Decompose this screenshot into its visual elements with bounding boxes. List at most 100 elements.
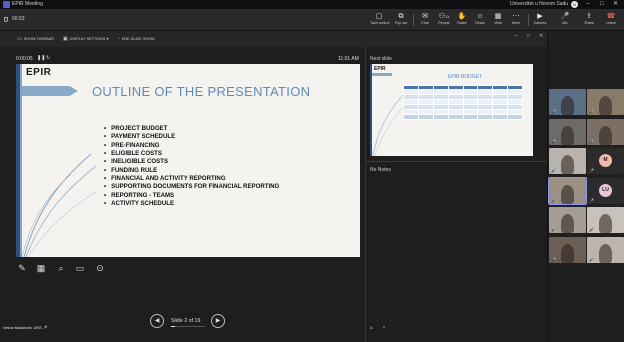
notes-divider (366, 161, 547, 162)
list-item: FINANCIAL AND ACTIVITY REPORTING (104, 175, 279, 183)
pop-out-icon: ⧉ (398, 13, 404, 20)
previous-slide-button[interactable]: ◀ (150, 314, 164, 328)
slide-grid-icon[interactable]: ▦ (34, 262, 48, 274)
participant-video (599, 243, 612, 263)
elapsed-timer: 0:00:05 (16, 56, 33, 62)
participant-tile[interactable]: 🎤 (549, 236, 586, 263)
more-icon: ⋯ (512, 13, 520, 20)
window-titlebar: EPIR Meeting Univerzitet u Novom Sadu N … (0, 0, 624, 9)
mic-muted-icon: 🎤 (551, 138, 556, 144)
end-show-icon: ▫ (118, 36, 120, 42)
decrease-font-button[interactable]: A (383, 325, 385, 329)
list-item: PRE-FINANCING (104, 142, 279, 150)
screen-icon[interactable]: ▭ (73, 262, 87, 274)
list-item: ACTIVITY SCHEDULE (104, 200, 279, 208)
budget-table-thumbnail (403, 85, 523, 120)
chevron-left-icon: ◀ (154, 318, 160, 324)
participant-video (561, 125, 574, 145)
chevron-right-icon: ▶ (215, 318, 221, 324)
decorative-curves (372, 94, 404, 156)
participant-tile[interactable]: 🎤 (587, 118, 624, 145)
people-button[interactable]: ⚇11 People (435, 12, 453, 29)
pop-out-button[interactable]: ⧉ Pop out (392, 12, 410, 29)
list-item: SUPPORTING DOCUMENTS FOR FINANCIAL REPOR… (104, 183, 279, 191)
raise-hand-button[interactable]: ✋ Raise (453, 12, 471, 29)
restart-timer-icon[interactable]: ↻ (46, 55, 50, 61)
toolbar-divider (413, 14, 414, 26)
next-slide-button[interactable]: ▶ (211, 314, 225, 328)
participant-tile[interactable]: 🎤 (587, 89, 624, 115)
user-avatar[interactable]: N (571, 1, 578, 8)
current-slide: EPIR OUTLINE OF THE PRESENTATION PROJECT… (16, 64, 360, 257)
participant-tile[interactable]: 🎤 (549, 207, 586, 233)
maximize-button[interactable]: □ (600, 0, 604, 9)
presenter-restore-button[interactable]: □ (527, 33, 530, 39)
take-control-button[interactable]: ▢ Take control (370, 12, 389, 29)
speaker-notes: No Notes (370, 167, 391, 173)
camera-icon: ▶ (537, 13, 543, 20)
close-window-button[interactable]: ✕ (613, 0, 618, 9)
participant-tile[interactable]: 🎤 (548, 176, 587, 205)
mic-muted-icon: 🎤 (589, 256, 594, 262)
mic-muted-icon: 🎤 (551, 197, 556, 203)
participant-video (561, 243, 574, 263)
end-slide-show-button[interactable]: ▫ END SLIDE SHOW (118, 36, 155, 42)
shield-icon (4, 17, 8, 22)
participant-tile[interactable]: M 🎤 (587, 148, 624, 174)
view-button[interactable]: ▦ View (489, 12, 507, 29)
minimize-button[interactable]: – (586, 0, 589, 9)
participant-tile[interactable]: 🎤 (549, 118, 586, 145)
participant-tile[interactable]: 🎤 (587, 236, 624, 263)
presenter-close-button[interactable]: ✕ (539, 33, 543, 39)
participant-video (599, 125, 612, 145)
people-count: 11 (445, 14, 450, 19)
more-options-icon[interactable]: ⊙ (93, 262, 107, 274)
teams-logo-icon (3, 1, 10, 8)
display-settings-button[interactable]: ▣ DISPLAY SETTINGS ▾ (63, 36, 108, 42)
mic-muted-icon: 🎤 (589, 227, 594, 232)
participant-tile[interactable]: LU 🎤 (587, 177, 624, 204)
presenter-minimize-button[interactable]: – (515, 33, 518, 39)
participant-tile[interactable]: 🎤 (549, 148, 586, 174)
mic-muted-icon: 🎤 (551, 109, 556, 114)
mic-muted-icon: 🎤 (42, 326, 48, 330)
slide-brand: EPIR (26, 67, 52, 78)
take-control-icon: ▢ (375, 13, 383, 20)
list-item: PAYMENT SCHEDULE (104, 133, 279, 141)
zoom-icon[interactable]: ⌕ (54, 262, 68, 274)
pen-tool-icon[interactable]: ✎ (15, 262, 29, 274)
mic-button[interactable]: 🎤 Mic (556, 12, 574, 29)
camera-button[interactable]: ▶ Camera (531, 12, 549, 29)
meeting-timer: 00:53 (12, 16, 25, 22)
slide-bullet-list: PROJECT BUDGET PAYMENT SCHEDULE PRE-FINA… (104, 125, 279, 208)
react-icon: ☺ (476, 13, 484, 20)
current-time: 11:01 AM (338, 56, 359, 62)
participant-video (599, 96, 612, 115)
slide-counter: Slide 2 of 19 (171, 318, 201, 324)
chat-button[interactable]: ✉ Chat (416, 12, 434, 29)
more-button[interactable]: ⋯ More (507, 12, 525, 29)
leave-icon: ☎ (606, 13, 616, 20)
participant-video (561, 96, 574, 115)
mic-muted-icon: 🎤 (551, 256, 556, 262)
pause-icon[interactable]: ❚❚ (37, 55, 45, 61)
presenter-name-label: Vesna Makalović, UNS 🎤 (3, 326, 48, 330)
participant-video (561, 184, 574, 204)
decorative-curves (21, 154, 96, 257)
increase-font-button[interactable]: A (370, 325, 373, 330)
organization-name: Univerzitet u Novom Sadu (510, 1, 569, 7)
participant-tile[interactable]: 🎤 (549, 89, 586, 115)
show-taskbar-button[interactable]: ▭ SHOW TASKBAR (17, 36, 54, 42)
share-button[interactable]: ⇪ Share (580, 12, 598, 29)
next-slide-preview[interactable]: EPIR EPIR BUDGET (370, 64, 533, 156)
meeting-toolbar: 00:53 ▢ Take control ⧉ Pop out ✉ Chat ⚇11 Pe… (0, 9, 624, 31)
raise-hand-icon: ✋ (457, 13, 467, 20)
taskbar-icon: ▭ (17, 36, 22, 42)
list-item: ELIGIBLE COSTS (104, 150, 279, 158)
react-button[interactable]: ☺ React (471, 12, 489, 29)
view-icon: ▦ (494, 13, 502, 20)
leave-button[interactable]: ☎ Leave (602, 12, 620, 29)
toolbar-divider (528, 14, 529, 26)
participant-tile[interactable]: 🎤 (587, 207, 624, 233)
next-slide-brand: EPIR (374, 66, 386, 72)
